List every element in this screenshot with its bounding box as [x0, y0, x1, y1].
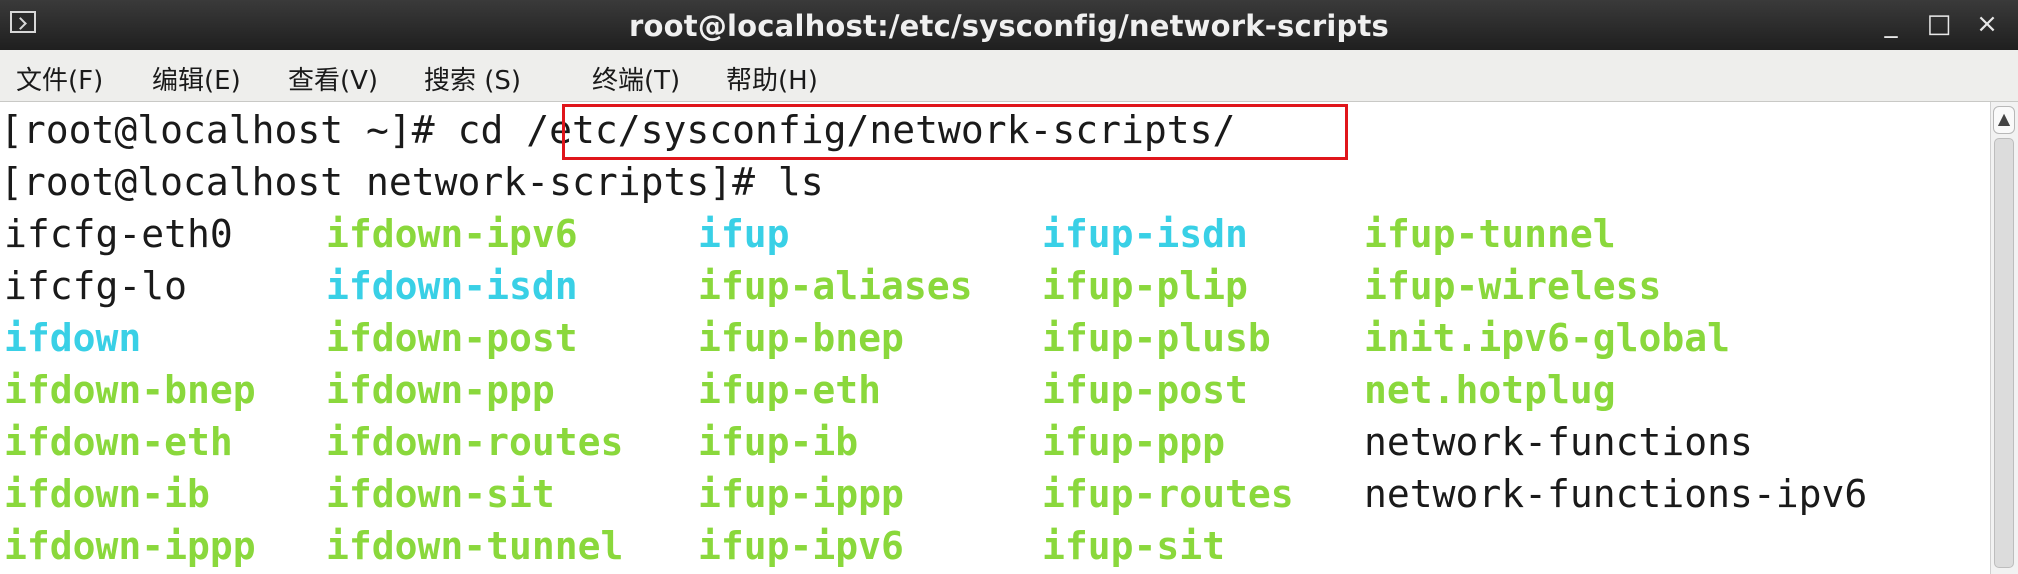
- shell-prompt: [root@localhost ~]#: [0, 108, 458, 152]
- file-entry: ifup-ippp: [698, 472, 904, 516]
- file-entry: ifup-tunnel: [1364, 212, 1616, 256]
- terminal-output[interactable]: [root@localhost ~]# cd /etc/sysconfig/ne…: [0, 102, 1990, 574]
- file-entry: init.ipv6-global: [1364, 316, 1731, 360]
- menu-bar: 文件(F) 编辑(E) 查看(V) 搜索 (S) 终端(T) 帮助(H): [0, 50, 2018, 102]
- file-entry: ifup-plip: [1042, 264, 1248, 308]
- file-entry: ifcfg-eth0: [4, 212, 233, 256]
- file-entry: ifdown-routes: [326, 420, 624, 464]
- file-entry: ifup-ipv6: [698, 524, 904, 568]
- file-entry: ifdown: [4, 316, 142, 360]
- file-entry: ifup-post: [1042, 368, 1248, 412]
- menu-search[interactable]: 搜索 (S): [424, 60, 521, 97]
- file-entry: ifup-isdn: [1042, 212, 1248, 256]
- vertical-scrollbar[interactable]: ▲: [1990, 102, 2018, 574]
- file-entry: ifup-aliases: [698, 264, 973, 308]
- menu-edit[interactable]: 编辑(E): [152, 60, 241, 97]
- file-entry: ifup-eth: [698, 368, 882, 412]
- file-entry: ifdown-ppp: [326, 368, 555, 412]
- file-entry: ifdown-ipv6: [326, 212, 578, 256]
- file-entry: ifdown-sit: [326, 472, 555, 516]
- file-entry: net.hotplug: [1364, 368, 1616, 412]
- file-entry: ifup-ppp: [1042, 420, 1226, 464]
- menu-terminal[interactable]: 终端(T): [592, 60, 680, 97]
- maximize-button[interactable]: □: [1922, 6, 1956, 42]
- minimize-button[interactable]: _: [1874, 6, 1908, 42]
- file-entry: ifup-ib: [698, 420, 859, 464]
- menu-view[interactable]: 查看(V): [288, 60, 378, 97]
- menu-file[interactable]: 文件(F): [16, 60, 103, 97]
- file-entry: ifup-sit: [1042, 524, 1226, 568]
- window-title: root@localhost:/etc/sysconfig/network-sc…: [629, 9, 1389, 43]
- command-text: ls: [777, 160, 824, 204]
- shell-prompt: [root@localhost network-scripts]#: [0, 160, 778, 204]
- command-line-ls: [root@localhost network-scripts]# ls: [0, 156, 824, 208]
- file-entry: network-functions: [1364, 420, 1753, 464]
- file-entry: ifdown-post: [326, 316, 578, 360]
- file-entry: ifdown-tunnel: [326, 524, 624, 568]
- file-entry: ifup-wireless: [1364, 264, 1662, 308]
- file-entry: network-functions-ipv6: [1364, 472, 1868, 516]
- file-entry: ifup-bnep: [698, 316, 904, 360]
- file-entry: ifdown-ippp: [4, 524, 256, 568]
- scroll-up-arrow-icon[interactable]: ▲: [1993, 106, 2015, 134]
- close-button[interactable]: ×: [1970, 6, 2004, 42]
- file-entry: ifdown-isdn: [326, 264, 578, 308]
- command-text: cd: [457, 108, 527, 152]
- file-entry: ifup: [698, 212, 790, 256]
- menu-help[interactable]: 帮助(H): [726, 60, 818, 97]
- file-entry: ifcfg-lo: [4, 264, 188, 308]
- title-bar[interactable]: root@localhost:/etc/sysconfig/network-sc…: [0, 0, 2018, 50]
- file-entry: ifdown-bnep: [4, 368, 256, 412]
- scroll-thumb[interactable]: [1994, 138, 2014, 568]
- highlight-box: [562, 104, 1348, 160]
- file-entry: ifup-plusb: [1042, 316, 1271, 360]
- file-entry: ifdown-ib: [4, 472, 210, 516]
- terminal-window: root@localhost:/etc/sysconfig/network-sc…: [0, 0, 2018, 574]
- file-entry: ifup-routes: [1042, 472, 1294, 516]
- file-entry: ifdown-eth: [4, 420, 233, 464]
